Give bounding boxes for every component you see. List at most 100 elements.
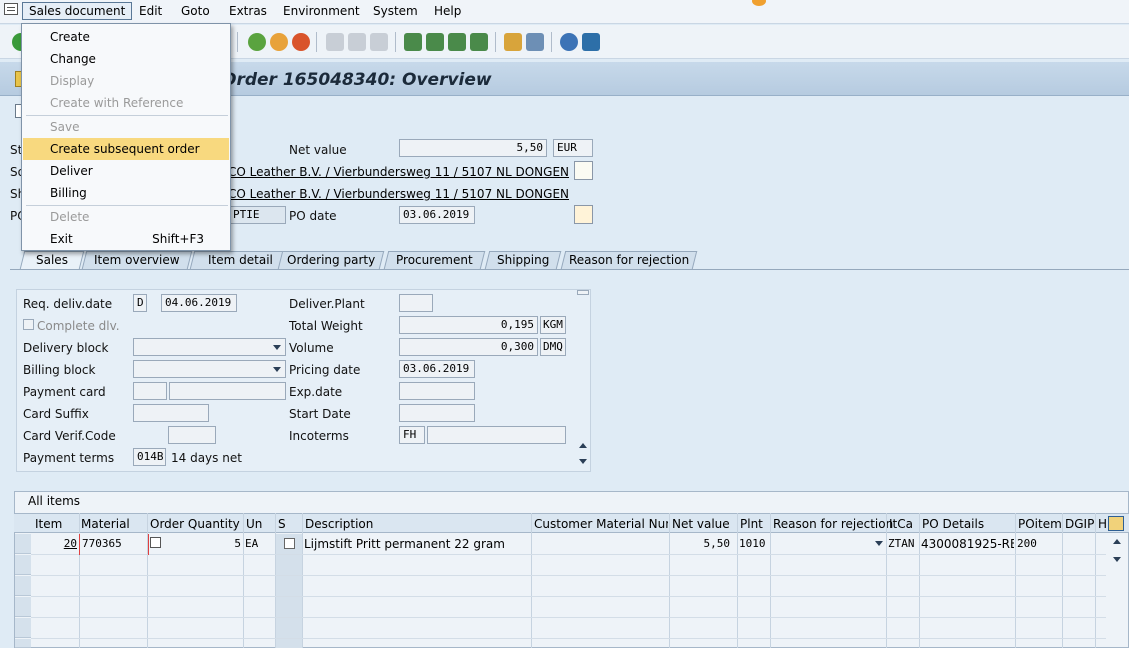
table-settings-icon[interactable]	[1108, 516, 1124, 531]
volume-field[interactable]: 0,300	[399, 338, 538, 356]
tab-shipping[interactable]: Shipping	[484, 251, 562, 269]
cell-plant[interactable]: 1010	[739, 537, 766, 550]
menu-help[interactable]: Help	[434, 4, 461, 18]
col-material[interactable]: Material	[81, 517, 130, 531]
row-selector[interactable]	[15, 534, 31, 554]
reason-for-rejection-dropdown-icon[interactable]	[875, 541, 883, 546]
print-icon[interactable]	[326, 33, 344, 51]
col-dgip[interactable]: DGIP	[1065, 517, 1094, 531]
header-document-icon[interactable]	[574, 161, 593, 180]
start-date-field[interactable]	[399, 404, 475, 422]
payment-terms-field[interactable]: 014B	[133, 448, 166, 466]
scroll-up-icon[interactable]	[579, 443, 587, 448]
table-scroll-up-icon[interactable]	[1113, 539, 1121, 544]
col-net-value[interactable]: Net value	[672, 517, 730, 531]
complete-dlv-checkbox[interactable]	[23, 319, 34, 330]
po-date-field[interactable]: 03.06.2019	[399, 206, 475, 224]
weight-unit-field[interactable]: KGM	[540, 316, 566, 334]
cell-s-checkbox[interactable]	[284, 538, 295, 549]
col-item[interactable]: Item	[35, 517, 62, 531]
card-suffix-field[interactable]	[133, 404, 209, 422]
cancel-icon[interactable]	[292, 33, 310, 51]
menu-item-change[interactable]: Change	[23, 48, 229, 70]
tab-sales[interactable]: Sales	[19, 251, 85, 269]
last-page-icon[interactable]	[470, 33, 488, 51]
cell-unit[interactable]: EA	[245, 537, 258, 550]
currency-field[interactable]: EUR	[553, 139, 593, 157]
menu-environment[interactable]: Environment	[283, 4, 360, 18]
help-icon[interactable]	[560, 33, 578, 51]
cell-order-quantity[interactable]: 5	[163, 537, 241, 550]
po-number-field[interactable]: PTIE	[230, 206, 286, 224]
tab-reason-for-rejection[interactable]: Reason for rejection	[560, 251, 698, 269]
req-deliv-date-field[interactable]: 04.06.2019	[161, 294, 237, 312]
tab-item-overview[interactable]: Item overview	[81, 251, 193, 269]
delivery-block-select[interactable]	[133, 338, 286, 356]
col-h[interactable]: H	[1098, 517, 1107, 531]
col-plant[interactable]: Plnt	[740, 517, 763, 531]
card-verif-code-field[interactable]	[168, 426, 216, 444]
menu-goto[interactable]: Goto	[181, 4, 210, 18]
tab-procurement[interactable]: Procurement	[383, 251, 486, 269]
pricing-date-field[interactable]: 03.06.2019	[399, 360, 475, 378]
row-selector[interactable]	[15, 639, 31, 648]
menu-extras[interactable]: Extras	[229, 4, 267, 18]
col-order-quantity[interactable]: Order Quantity	[150, 517, 240, 531]
row-selector[interactable]	[15, 597, 31, 617]
incoterms-field[interactable]: FH	[399, 426, 425, 444]
col-po-details[interactable]: PO Details	[922, 517, 984, 531]
tab-item-detail[interactable]: Item detail	[189, 251, 291, 269]
net-value-field[interactable]: 5,50	[399, 139, 547, 157]
next-page-icon[interactable]	[448, 33, 466, 51]
find-next-icon[interactable]	[370, 33, 388, 51]
row-selector[interactable]	[15, 618, 31, 638]
col-item-category[interactable]: ItCa	[889, 517, 913, 531]
menu-item-save[interactable]: Save	[23, 116, 229, 138]
window-menu-icon[interactable]	[4, 3, 18, 15]
menu-sales-document[interactable]: Sales document	[22, 2, 133, 20]
col-description[interactable]: Description	[305, 517, 373, 531]
layout-menu-icon[interactable]	[582, 33, 600, 51]
col-unit[interactable]: Un	[246, 517, 262, 531]
first-page-icon[interactable]	[404, 33, 422, 51]
menu-item-create[interactable]: Create	[23, 26, 229, 48]
back-icon[interactable]	[248, 33, 266, 51]
menu-item-create-with-reference[interactable]: Create with Reference	[23, 92, 229, 114]
create-session-icon[interactable]	[504, 33, 522, 51]
find-icon[interactable]	[348, 33, 366, 51]
header-detail-icon[interactable]	[574, 205, 593, 224]
deliver-plant-field[interactable]	[399, 294, 433, 312]
exp-date-field[interactable]	[399, 382, 475, 400]
shortcut-icon[interactable]	[526, 33, 544, 51]
cell-po-details[interactable]: 4300081925-RE...	[921, 537, 1014, 551]
cell-po-item[interactable]: 200	[1017, 537, 1037, 550]
cell-net-value[interactable]: 5,50	[672, 537, 731, 550]
menu-item-deliver[interactable]: Deliver	[23, 160, 229, 182]
col-reason-for-rejection[interactable]: Reason for rejection	[773, 517, 893, 531]
exit-icon[interactable]	[270, 33, 288, 51]
volume-unit-field[interactable]: DMQ	[540, 338, 566, 356]
req-deliv-date-type-field[interactable]: D	[133, 294, 147, 312]
col-customer-material[interactable]: Customer Material Numb	[534, 517, 668, 531]
table-scrollbar[interactable]	[1110, 534, 1124, 648]
menu-item-delete[interactable]: Delete	[23, 206, 229, 228]
scroll-down-icon[interactable]	[579, 459, 587, 464]
sold-to-address-link[interactable]: CO Leather B.V. / Vierbundersweg 11 / 51…	[228, 165, 569, 179]
table-scroll-down-icon[interactable]	[1113, 557, 1121, 562]
cell-material[interactable]: 770365	[82, 537, 122, 550]
cell-description[interactable]: Lijmstift Pritt permanent 22 gram	[304, 537, 505, 551]
total-weight-field[interactable]: 0,195	[399, 316, 538, 334]
incoterms-location-field[interactable]	[427, 426, 566, 444]
cell-item[interactable]: 20	[32, 537, 77, 550]
previous-page-icon[interactable]	[426, 33, 444, 51]
billing-block-select[interactable]	[133, 360, 286, 378]
col-s[interactable]: S	[278, 517, 286, 531]
payment-card-number-field[interactable]	[169, 382, 286, 400]
menu-item-create-subsequent-order[interactable]: Create subsequent order	[23, 138, 229, 160]
ship-to-address-link[interactable]: CO Leather B.V. / Vierbundersweg 11 / 51…	[228, 187, 569, 201]
row-selector[interactable]	[15, 576, 31, 596]
material-search-help-icon[interactable]	[150, 537, 161, 548]
tab-scrollbar[interactable]	[576, 289, 590, 472]
tab-ordering-party[interactable]: Ordering party	[277, 251, 385, 269]
menu-item-display[interactable]: Display	[23, 70, 229, 92]
